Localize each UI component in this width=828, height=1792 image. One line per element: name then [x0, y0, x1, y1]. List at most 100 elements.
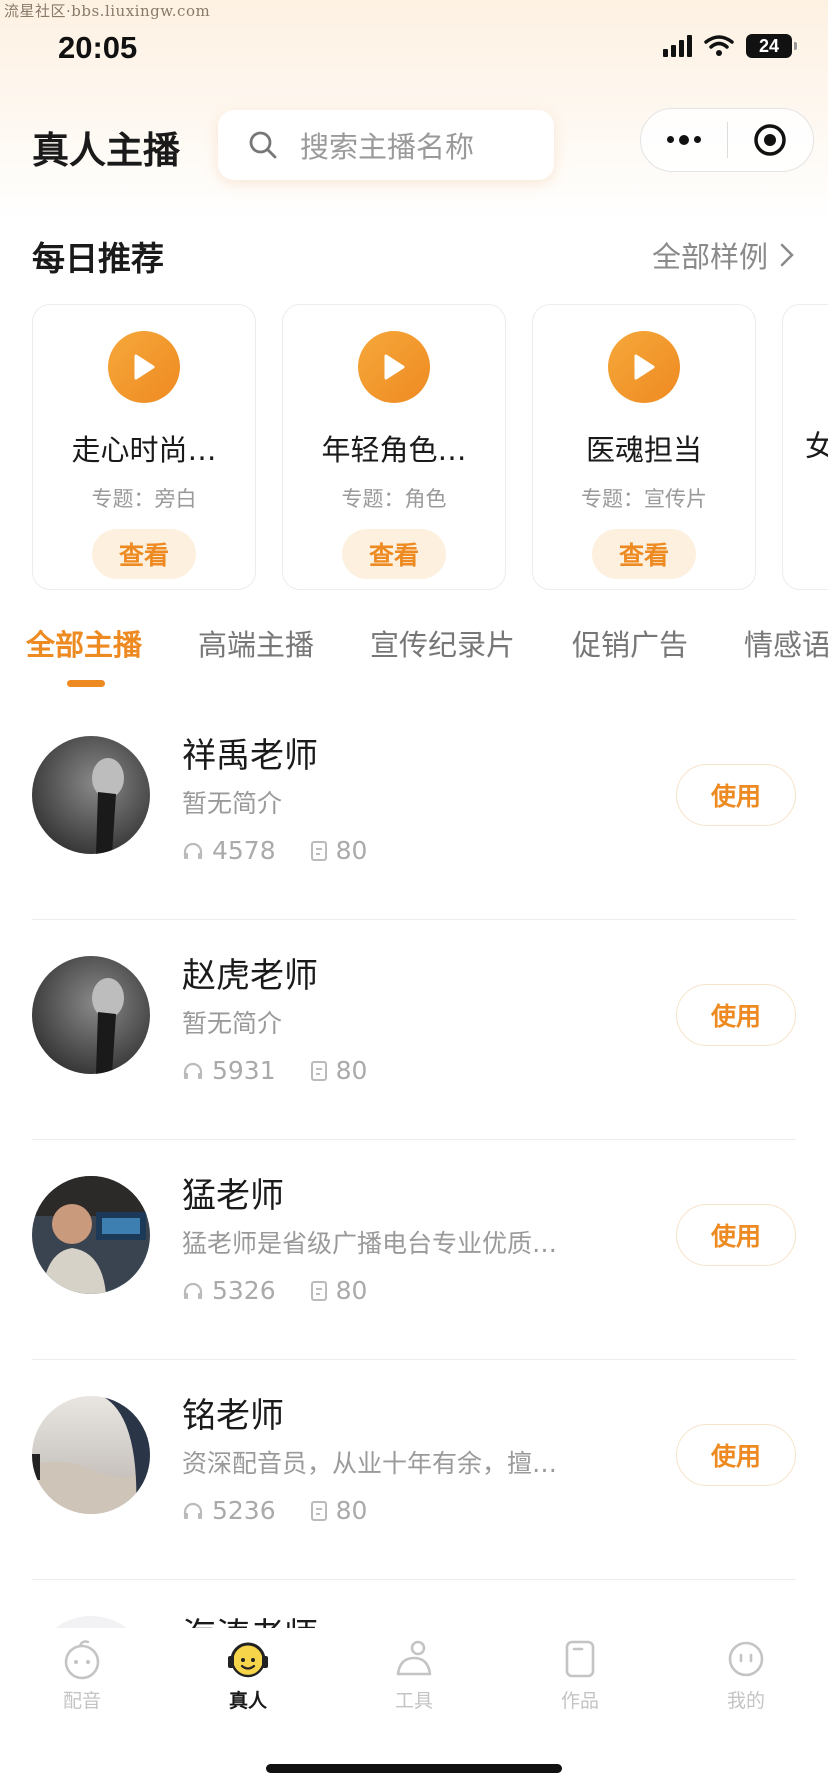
nav-label: 工具	[394, 1690, 433, 1712]
anchor-name: 赵虎老师	[182, 956, 318, 996]
daily-cards: 走心时尚… 专题：旁白 查看 年轻角色… 专题：角色 查看 医魂担当 专题：宣传…	[32, 304, 828, 590]
target-circle-icon	[754, 124, 786, 156]
nav-item-real-person[interactable]: 真人	[188, 1638, 308, 1713]
daily-section-title: 每日推荐	[32, 239, 164, 278]
card-title: 年轻角色…	[321, 433, 467, 467]
page-title: 真人主播	[32, 129, 180, 172]
anchor-intro: 暂无简介	[182, 1009, 283, 1038]
works-count: 80	[335, 1056, 368, 1085]
works-count: 80	[335, 1496, 368, 1525]
tab-all-anchors[interactable]: 全部主播	[26, 622, 142, 664]
tab-premium-anchors[interactable]: 高端主播	[198, 622, 314, 664]
avatar	[32, 736, 150, 854]
play-icon[interactable]	[358, 331, 430, 403]
card-title: 走心时尚…	[71, 433, 217, 467]
anchor-stats: 5326 80	[182, 1276, 401, 1305]
view-button[interactable]: 查看	[342, 529, 446, 579]
chevron-right-icon	[780, 243, 794, 267]
dubbing-face-icon	[64, 1640, 100, 1680]
daily-card[interactable]: 医魂担当 专题：宣传片 查看	[532, 304, 756, 590]
card-topic: 专题：角色	[341, 487, 447, 511]
home-indicator	[266, 1764, 562, 1773]
tool-person-icon	[396, 1640, 432, 1676]
card-title: 医魂担当	[585, 433, 702, 467]
anchor-intro: 资深配音员，从业十年有余，擅…	[182, 1449, 558, 1478]
nav-item-works[interactable]: 作品	[520, 1638, 640, 1713]
works-count: 80	[335, 836, 368, 865]
battery-icon: 24	[746, 34, 797, 58]
category-tabs: 全部主播 高端主播 宣传纪录片 促销广告 情感语	[0, 612, 828, 692]
play-count: 5236	[212, 1496, 276, 1525]
card-topic: 专题：旁白	[91, 487, 197, 511]
nav-label: 配音	[62, 1690, 101, 1712]
status-time: 20:05	[58, 30, 138, 65]
document-icon	[310, 1500, 327, 1521]
nav-label: 作品	[560, 1690, 599, 1712]
avatar	[32, 956, 150, 1074]
headphone-icon	[183, 1062, 203, 1079]
view-button[interactable]: 查看	[92, 529, 196, 579]
search-input[interactable]: 搜索主播名称	[218, 110, 554, 180]
play-icon[interactable]	[108, 331, 180, 403]
search-placeholder: 搜索主播名称	[300, 130, 475, 164]
headphone-icon	[183, 1282, 203, 1299]
anchor-name: 海涛老师	[182, 1608, 318, 1630]
nav-label: 我的	[726, 1690, 765, 1712]
nav-item-tools[interactable]: 工具	[354, 1638, 474, 1713]
anchor-name: 猛老师	[182, 1176, 284, 1216]
play-icon[interactable]	[608, 331, 680, 403]
document-icon	[310, 1280, 327, 1301]
avatar	[32, 1176, 150, 1294]
status-icons: 24	[663, 34, 797, 58]
view-button[interactable]: 查看	[592, 529, 696, 579]
more-button[interactable]	[641, 109, 727, 171]
use-button[interactable]: 使用	[676, 984, 796, 1046]
anchor-intro: 猛老师是省级广播电台专业优质…	[182, 1229, 558, 1258]
anchor-row[interactable]: 赵虎老师 暂无简介 5931 80 使用	[32, 920, 796, 1140]
nav-label: 真人	[228, 1690, 267, 1712]
anchor-stats: 5931 80	[182, 1056, 401, 1085]
works-count: 80	[335, 1276, 368, 1305]
tab-promotion-ads[interactable]: 促销广告	[572, 622, 688, 664]
use-button[interactable]: 使用	[676, 764, 796, 826]
use-button[interactable]: 使用	[676, 1424, 796, 1486]
all-samples-link[interactable]: 全部样例	[652, 234, 794, 276]
daily-card[interactable]: 女	[782, 304, 828, 590]
avatar	[32, 1396, 150, 1514]
document-icon	[310, 840, 327, 861]
nav-item-mine[interactable]: 我的	[686, 1638, 806, 1713]
tab-documentary[interactable]: 宣传纪录片	[370, 622, 515, 664]
anchor-stats: 4578 80	[182, 836, 401, 865]
daily-card[interactable]: 走心时尚… 专题：旁白 查看	[32, 304, 256, 590]
headphone-face-icon	[228, 1642, 268, 1678]
anchor-name: 铭老师	[182, 1396, 284, 1436]
anchor-row[interactable]: 祥禹老师 暂无简介 4578 80 使用	[32, 700, 796, 920]
daily-card[interactable]: 年轻角色… 专题：角色 查看	[282, 304, 506, 590]
more-dots-icon	[666, 134, 701, 145]
anchor-row[interactable]: 猛老师 猛老师是省级广播电台专业优质… 5326 80 使用	[32, 1140, 796, 1360]
anchor-row[interactable]: 铭老师 资深配音员，从业十年有余，擅… 5236 80 使用	[32, 1360, 796, 1580]
watermark: 流星社区·bbs.liuxingw.com	[4, 2, 211, 20]
play-count: 5326	[212, 1276, 276, 1305]
use-button[interactable]: 使用	[676, 1204, 796, 1266]
signal-icon	[663, 35, 692, 57]
play-count: 5931	[212, 1056, 276, 1085]
tab-emotional[interactable]: 情感语	[744, 622, 828, 664]
play-count: 4578	[212, 836, 276, 865]
works-card-icon	[565, 1640, 595, 1678]
close-miniprogram-button[interactable]	[728, 109, 814, 171]
anchor-stats: 5236 80	[182, 1496, 401, 1525]
search-icon	[249, 131, 277, 159]
headphone-icon	[183, 842, 203, 859]
anchor-intro: 暂无简介	[182, 789, 283, 818]
miniprogram-capsule	[640, 108, 814, 172]
card-topic: 专题：宣传片	[581, 487, 707, 511]
headphone-icon	[183, 1502, 203, 1519]
document-icon	[310, 1060, 327, 1081]
wifi-icon	[704, 35, 734, 56]
anchor-row[interactable]: 海涛老师	[32, 1580, 796, 1630]
card-title: 女	[805, 429, 828, 463]
nav-item-dubbing[interactable]: 配音	[22, 1638, 142, 1713]
profile-face-icon	[728, 1641, 764, 1677]
active-tab-indicator	[67, 680, 105, 687]
